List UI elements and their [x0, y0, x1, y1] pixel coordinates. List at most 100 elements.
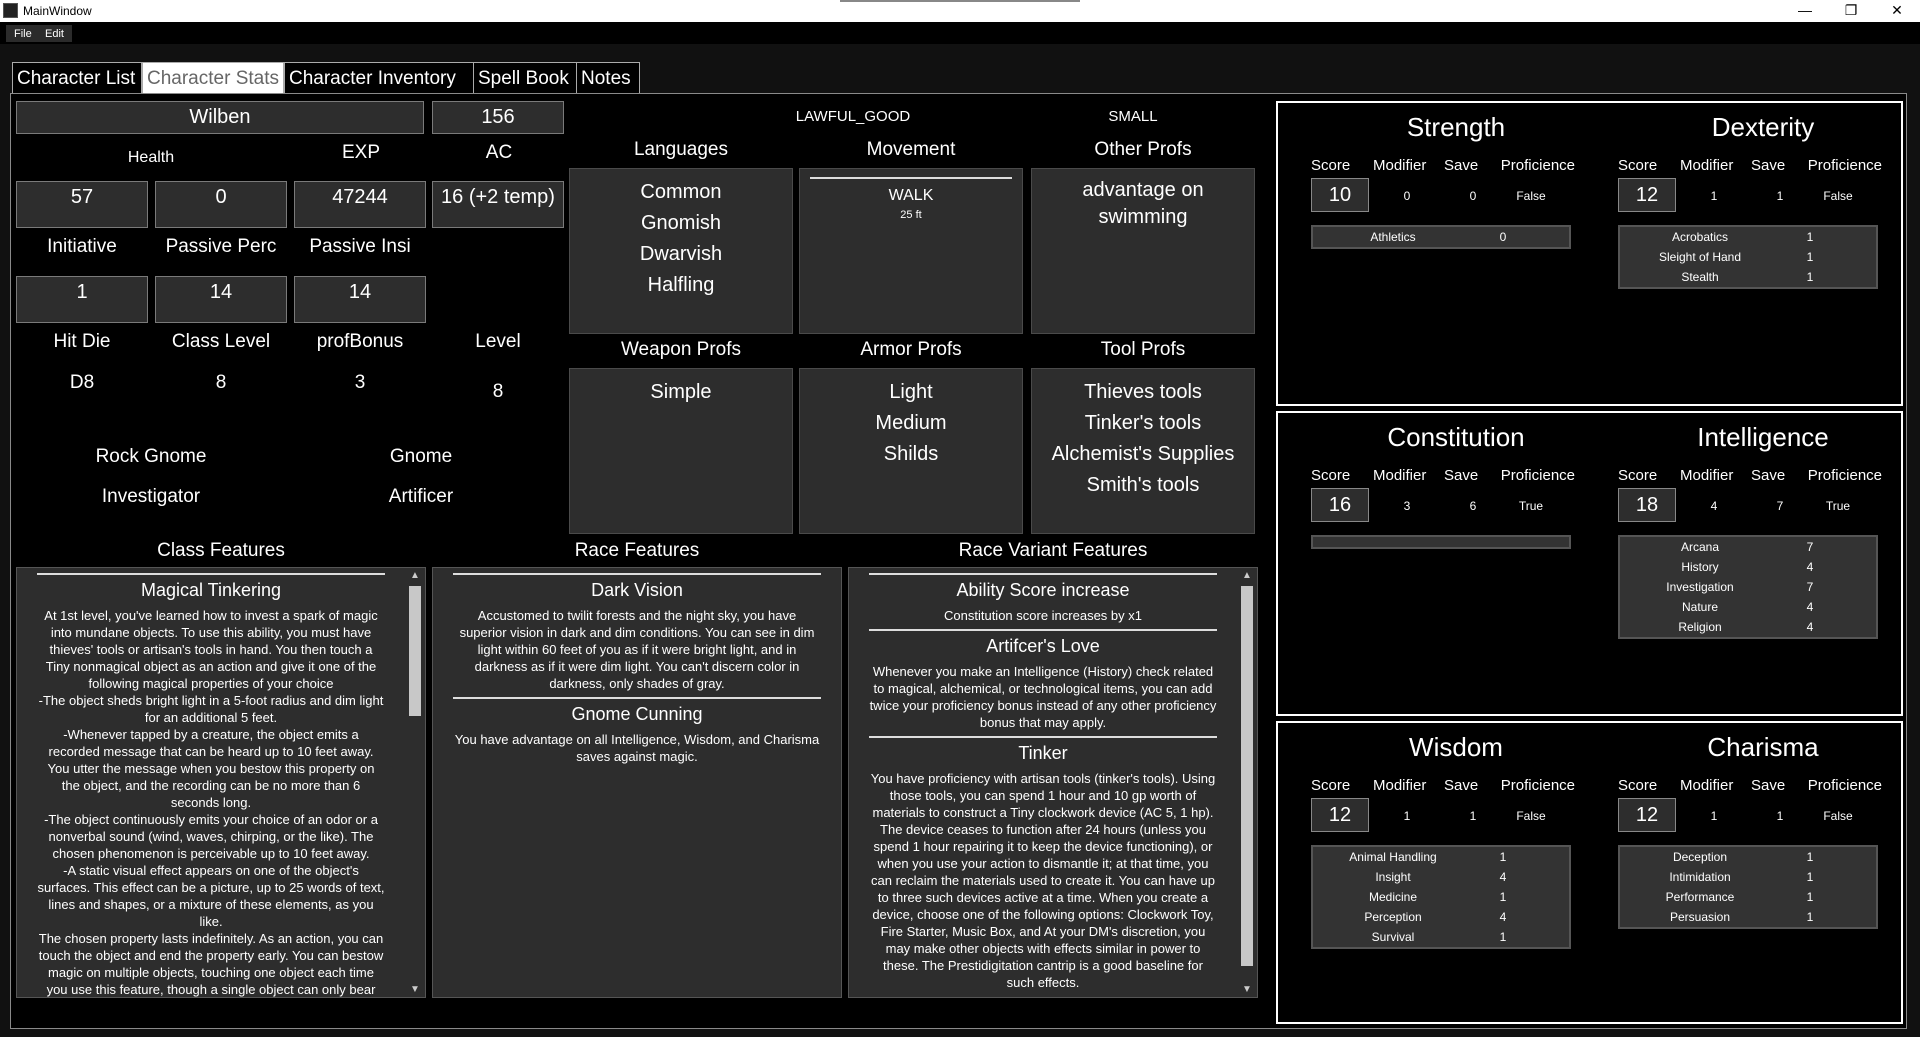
proficience-value: False: [1516, 189, 1546, 203]
ac-field[interactable]: 16 (+2 temp): [432, 181, 564, 228]
hit-die-label: Hit Die: [53, 331, 111, 352]
modifier-header: Modifier: [1680, 157, 1734, 174]
health-label: Health: [127, 149, 175, 166]
tab-character-list[interactable]: Character List: [12, 62, 142, 94]
minimize-button[interactable]: —: [1782, 0, 1828, 22]
feature-entry: Dark Vision Accustomed to twilit forests…: [453, 573, 821, 692]
close-button[interactable]: ✕: [1874, 0, 1920, 22]
stats-page: Wilben 156 Health EXP AC 57 0 47244 16 (…: [10, 93, 1907, 1029]
movement-list: WALK 25 ft: [799, 168, 1023, 334]
score-field[interactable]: 12: [1618, 178, 1676, 212]
skill-name: Performance: [1665, 890, 1735, 904]
skill-value: 1: [1806, 250, 1814, 264]
skill-row: Arcana 7: [1620, 537, 1876, 557]
passive-perception-label: Passive Perc: [165, 236, 277, 257]
scroll-down-arrow[interactable]: ▼: [407, 984, 423, 995]
modifier-value: 0: [1403, 189, 1411, 203]
feature-text: At 1st level, you've learned how to inve…: [37, 608, 385, 997]
skill-row: Athletics 0: [1313, 227, 1569, 247]
health-field[interactable]: 57: [16, 181, 148, 228]
skill-value: 7: [1806, 580, 1814, 594]
scroll-down-arrow[interactable]: ▼: [1239, 984, 1255, 995]
skill-row: Investigation 7: [1620, 577, 1876, 597]
modifier-header: Modifier: [1680, 777, 1734, 794]
movement-type: WALK: [888, 187, 934, 204]
variant-features-scrollbar[interactable]: ▲ ▼: [1239, 570, 1255, 995]
tool-prof-item: Thieves tools: [1084, 381, 1202, 403]
weapon-profs-list: Simple: [569, 368, 793, 534]
skill-row: Deception 1: [1620, 847, 1876, 867]
class-features-panel[interactable]: Magical Tinkering At 1st level, you've l…: [16, 567, 426, 998]
race-features-panel[interactable]: Dark Vision Accustomed to twilit forests…: [432, 567, 842, 998]
stat-name: Dexterity: [1711, 112, 1815, 142]
level-field[interactable]: 156: [432, 101, 564, 134]
menu-file[interactable]: File: [6, 25, 40, 42]
score-header: Score: [1311, 777, 1351, 794]
race-variant-features-title: Race Variant Features: [958, 540, 1148, 561]
skill-name: Insight: [1375, 870, 1411, 884]
skill-name: Acrobatics: [1671, 230, 1729, 244]
feature-entry: Ability Score increase Constitution scor…: [869, 573, 1217, 624]
initiative-field[interactable]: 1: [16, 276, 148, 323]
subclass-label: Investigator: [101, 486, 201, 507]
weapon-profs-title: Weapon Profs: [620, 339, 742, 360]
restore-button[interactable]: ❐: [1828, 0, 1874, 22]
strength-dexterity-section: Strength Score Modifier Save Proficience…: [1276, 101, 1903, 406]
armor-prof-item: Medium: [875, 412, 947, 434]
proficience-value: False: [1823, 189, 1853, 203]
armor-profs-list: Light Medium Shilds: [799, 368, 1023, 534]
skills-list: Deception 1 Intimidation 1 Performance 1 Pe…: [1618, 845, 1878, 929]
score-field[interactable]: 10: [1311, 178, 1369, 212]
feature-title: Dark Vision: [591, 580, 683, 600]
tab-notes[interactable]: Notes: [576, 62, 640, 94]
language-item: Gnomish: [640, 212, 722, 234]
score-header: Score: [1618, 777, 1658, 794]
tab-spell-book[interactable]: Spell Book: [473, 62, 588, 94]
score-header: Score: [1311, 157, 1351, 174]
feature-text: You have proficiency with artisan tools …: [870, 771, 1216, 990]
race-variant-features-panel[interactable]: Ability Score increase Constitution scor…: [848, 567, 1258, 998]
window-title: MainWindow: [23, 4, 92, 18]
character-name-field[interactable]: Wilben: [16, 101, 424, 134]
feature-title: Ability Score increase: [956, 580, 1130, 600]
skills-list: Athletics 0: [1311, 225, 1571, 249]
feature-entry: Artifcer's Love Whenever you make an Int…: [869, 629, 1217, 731]
scroll-up-arrow[interactable]: ▲: [1239, 570, 1255, 581]
feature-title: Gnome Cunning: [571, 704, 703, 724]
skill-row: Stealth 1: [1620, 267, 1876, 287]
skills-list: Arcana 7 History 4 Investigation 7 Nature 4 …: [1618, 535, 1878, 639]
temp-hp-field[interactable]: 0: [155, 181, 287, 228]
score-field[interactable]: 18: [1618, 488, 1676, 522]
language-item: Dwarvish: [639, 243, 723, 265]
scroll-thumb[interactable]: [409, 586, 421, 716]
skill-value: 1: [1499, 890, 1507, 904]
class-level-label: Class Level: [171, 331, 271, 352]
score-field[interactable]: 12: [1311, 798, 1369, 832]
skill-name: Deception: [1672, 850, 1728, 864]
stat-name: Intelligence: [1697, 422, 1829, 452]
skill-value: 0: [1499, 230, 1507, 244]
menu-edit[interactable]: Edit: [37, 25, 72, 42]
passive-perception-field[interactable]: 14: [155, 276, 287, 323]
tool-profs-title: Tool Profs: [1100, 339, 1186, 360]
skill-value: 4: [1806, 560, 1814, 574]
class-features-scrollbar[interactable]: ▲ ▼: [407, 570, 423, 995]
score-field[interactable]: 16: [1311, 488, 1369, 522]
save-value: 0: [1469, 189, 1477, 203]
score-field[interactable]: 12: [1618, 798, 1676, 832]
scroll-up-arrow[interactable]: ▲: [407, 570, 423, 581]
save-header: Save: [1751, 777, 1786, 794]
class-label: Artificer: [388, 486, 454, 507]
prof-bonus-label: profBonus: [316, 331, 404, 352]
scroll-thumb[interactable]: [1241, 586, 1253, 966]
movement-speed: 25 ft: [900, 209, 922, 221]
tab-character-stats[interactable]: Character Stats: [142, 62, 284, 94]
exp-field[interactable]: 47244: [294, 181, 426, 228]
skill-value: 1: [1806, 850, 1814, 864]
passive-insight-field[interactable]: 14: [294, 276, 426, 323]
save-header: Save: [1444, 777, 1479, 794]
other-prof-item: advantage on swimming: [1082, 179, 1204, 228]
other-profs-title: Other Profs: [1094, 139, 1192, 160]
weapon-prof-item: Simple: [650, 381, 712, 403]
tab-character-inventory[interactable]: Character Inventory: [284, 62, 483, 94]
